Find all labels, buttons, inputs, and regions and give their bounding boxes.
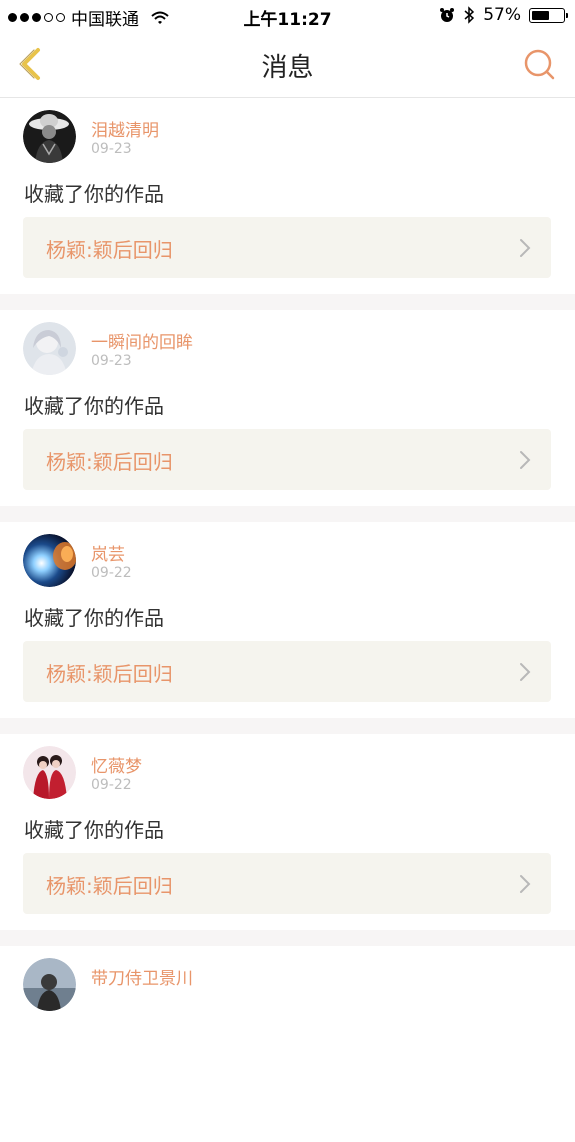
navigation-bar: 消息 <box>0 32 575 98</box>
work-title: 杨颖:颖后回归 <box>46 874 173 898</box>
chevron-right-icon <box>520 451 531 469</box>
work-card[interactable]: 杨颖:颖后回归 <box>23 217 551 278</box>
message-item[interactable]: 岚芸 09-22 收藏了你的作品 杨颖:颖后回归 <box>0 522 575 718</box>
message-item[interactable]: 泪越清明 09-23 收藏了你的作品 杨颖:颖后回归 <box>0 98 575 294</box>
list-separator <box>0 718 575 734</box>
avatar[interactable] <box>23 534 76 587</box>
search-icon[interactable] <box>521 46 557 82</box>
status-bar-right: 57% <box>439 5 568 25</box>
work-card[interactable]: 杨颖:颖后回归 <box>23 641 551 702</box>
chevron-right-icon <box>520 663 531 681</box>
message-action-text: 收藏了你的作品 <box>24 394 164 418</box>
avatar[interactable] <box>23 746 76 799</box>
battery-level-fill <box>532 10 549 20</box>
avatar[interactable] <box>23 110 76 163</box>
bluetooth-icon <box>464 6 475 24</box>
avatar[interactable] <box>23 322 76 375</box>
chevron-right-icon <box>520 875 531 893</box>
message-action-text: 收藏了你的作品 <box>24 818 164 842</box>
username[interactable]: 带刀侍卫景川 <box>91 964 193 989</box>
work-title: 杨颖:颖后回归 <box>46 662 173 686</box>
username[interactable]: 岚芸 <box>91 540 125 565</box>
work-card[interactable]: 杨颖:颖后回归 <box>23 429 551 490</box>
alarm-icon <box>440 8 455 22</box>
list-separator <box>0 930 575 946</box>
avatar[interactable] <box>23 958 76 1011</box>
list-separator <box>0 294 575 310</box>
message-list: 泪越清明 09-23 收藏了你的作品 杨颖:颖后回归 一瞬间的回眸 09-23 … <box>0 98 575 1142</box>
message-action-text: 收藏了你的作品 <box>24 182 164 206</box>
username[interactable]: 一瞬间的回眸 <box>91 328 193 353</box>
message-date: 09-23 <box>91 141 132 157</box>
work-title: 杨颖:颖后回归 <box>46 450 173 474</box>
message-date: 09-22 <box>91 565 132 581</box>
list-separator <box>0 506 575 522</box>
message-date: 09-23 <box>91 353 132 369</box>
message-date: 09-22 <box>91 777 132 793</box>
work-title: 杨颖:颖后回归 <box>46 238 173 262</box>
message-action-text: 收藏了你的作品 <box>24 606 164 630</box>
message-item[interactable]: 带刀侍卫景川 <box>0 946 575 1142</box>
message-item[interactable]: 忆薇梦 09-22 收藏了你的作品 杨颖:颖后回归 <box>0 734 575 930</box>
battery-icon <box>529 7 568 23</box>
work-card[interactable]: 杨颖:颖后回归 <box>23 853 551 914</box>
message-item[interactable]: 一瞬间的回眸 09-23 收藏了你的作品 杨颖:颖后回归 <box>0 310 575 506</box>
status-bar: 中国联通 上午11:27 57% <box>0 0 575 32</box>
username[interactable]: 泪越清明 <box>91 116 159 141</box>
page-title: 消息 <box>261 53 314 83</box>
battery-percent: 57% <box>483 5 521 25</box>
username[interactable]: 忆薇梦 <box>91 752 142 777</box>
chevron-right-icon <box>520 239 531 257</box>
